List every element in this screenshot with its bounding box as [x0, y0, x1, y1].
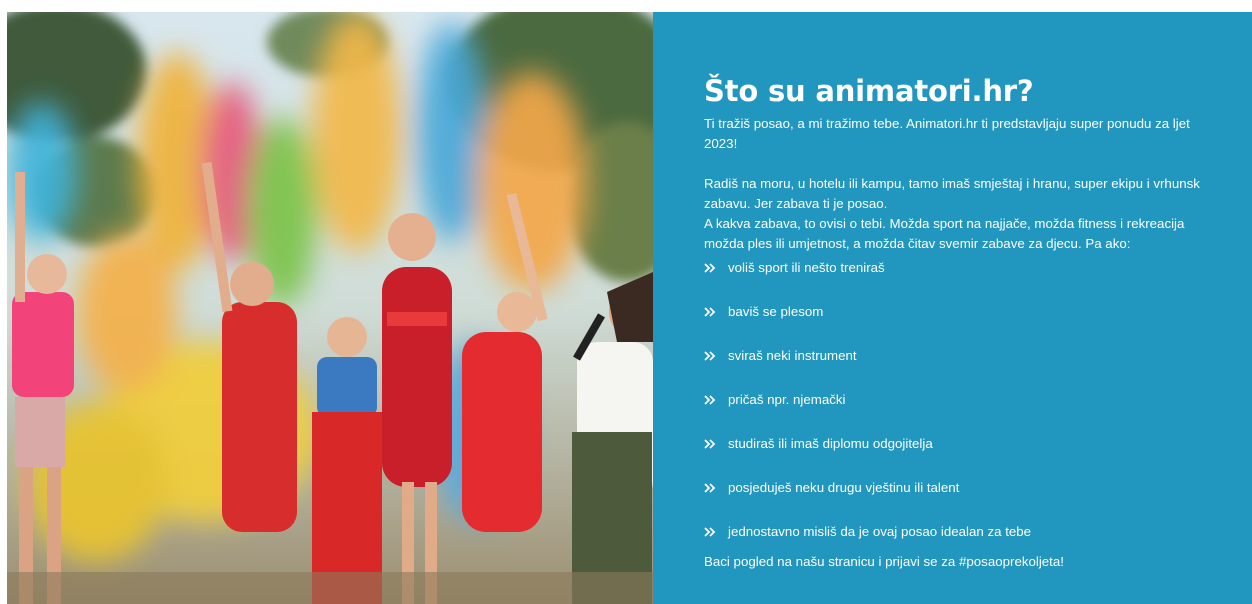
photo-illustration	[7, 12, 653, 604]
list-item-label: pričaš npr. njemački	[728, 392, 846, 407]
list-item: pričaš npr. njemački	[704, 390, 1252, 434]
page: Što su animatori.hr? Ti tražiš posao, a …	[0, 0, 1252, 604]
body-text-line: A kakva zabava, to ovisi o tebi. Možda s…	[704, 216, 1185, 231]
double-chevron-right-icon	[704, 346, 718, 366]
info-content: Što su animatori.hr? Ti tražiš posao, a …	[704, 74, 1252, 572]
body-text-line: možda ples ili umjetnost, a možda čitav …	[704, 236, 1131, 251]
body-text-line: Radiš na moru, u hotelu ili kampu, tamo …	[704, 176, 1200, 191]
list-item: jednostavno misliš da je ovaj posao idea…	[704, 522, 1252, 552]
list-item-label: baviš se plesom	[728, 304, 824, 319]
skills-list: voliš sport ili nešto treniraš baviš se …	[704, 258, 1252, 552]
double-chevron-right-icon	[704, 390, 718, 410]
call-to-action-text: Baci pogled na našu stranicu i prijavi s…	[704, 554, 1064, 569]
list-item: baviš se plesom	[704, 302, 1252, 346]
hero-photo	[7, 12, 653, 604]
intro-text-line: 2023!	[704, 136, 738, 151]
list-item-label: voliš sport ili nešto treniraš	[728, 260, 885, 275]
list-item-label: jednostavno misliš da je ovaj posao idea…	[728, 524, 1032, 539]
double-chevron-right-icon	[704, 478, 718, 498]
body-text-line: zabavu. Jer zabava ti je posao.	[704, 196, 888, 211]
list-item: sviraš neki instrument	[704, 346, 1252, 390]
double-chevron-right-icon	[704, 522, 718, 542]
list-item: voliš sport ili nešto treniraš	[704, 258, 1252, 302]
info-panel: Što su animatori.hr? Ti tražiš posao, a …	[653, 12, 1252, 604]
double-chevron-right-icon	[704, 434, 718, 454]
page-title: Što su animatori.hr?	[704, 74, 1034, 108]
list-item: posjeduješ neku drugu vještinu ili talen…	[704, 478, 1252, 522]
list-item-label: posjeduješ neku drugu vještinu ili talen…	[728, 480, 960, 495]
list-item-label: studiraš ili imaš diplomu odgojitelja	[728, 436, 933, 451]
double-chevron-right-icon	[704, 258, 718, 278]
intro-text-line: Ti tražiš posao, a mi tražimo tebe. Anim…	[704, 116, 1190, 131]
double-chevron-right-icon	[704, 302, 718, 322]
list-item: studiraš ili imaš diplomu odgojitelja	[704, 434, 1252, 478]
list-item-label: sviraš neki instrument	[728, 348, 857, 363]
